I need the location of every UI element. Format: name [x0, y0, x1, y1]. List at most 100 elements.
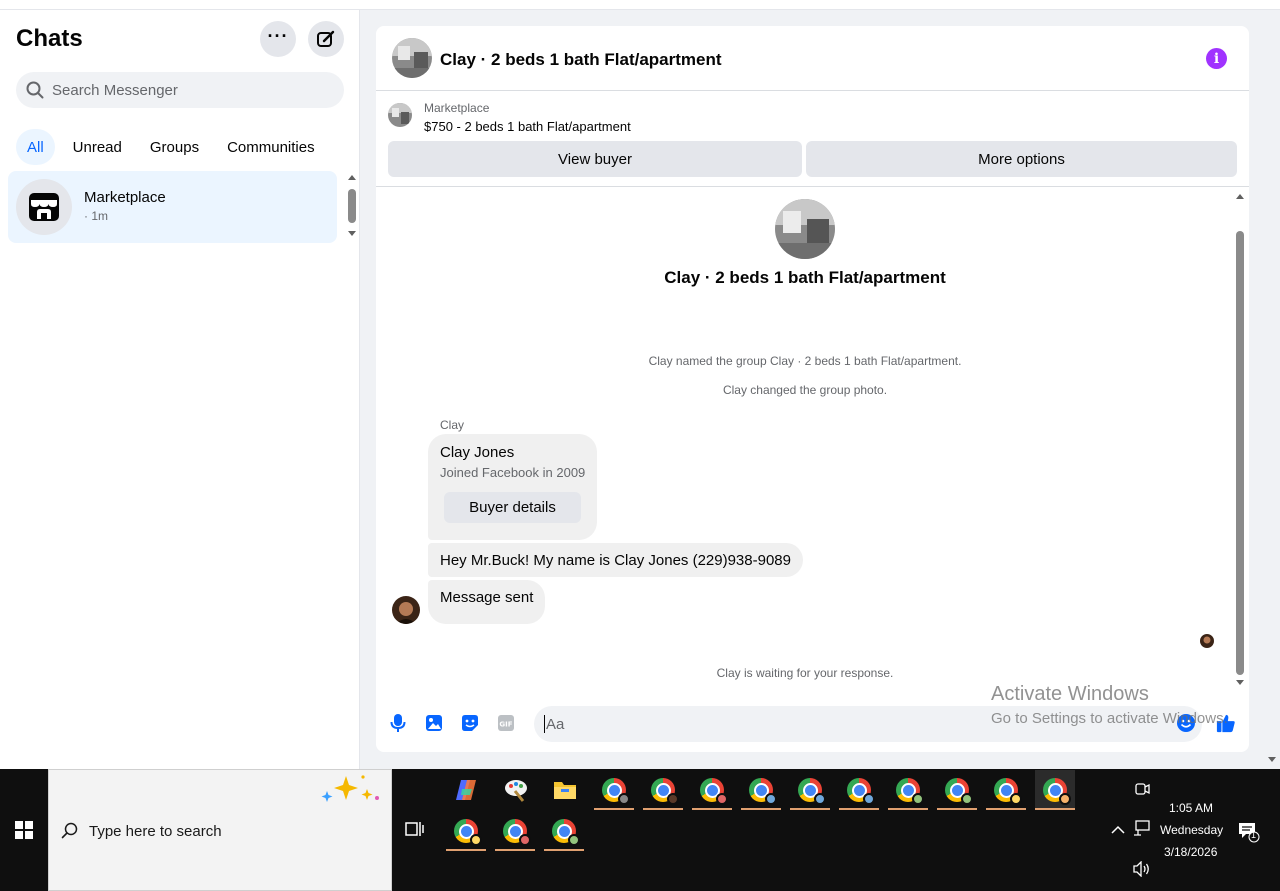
buyer-details-button[interactable]: Buyer details: [444, 492, 581, 523]
top-strip: [0, 0, 1280, 10]
buyer-joined: Joined Facebook in 2009: [440, 465, 586, 480]
text-caret: [544, 715, 545, 733]
taskbar-search-placeholder: Type here to search: [89, 823, 222, 840]
conversation-title: Clay · 2 beds 1 bath Flat/apartment: [664, 268, 946, 287]
listing-title[interactable]: $750 - 2 beds 1 bath Flat/apartment: [424, 119, 631, 134]
chats-sidebar: Chats ··· Search Messenger All Unread Gr…: [0, 10, 360, 769]
scroll-thumb[interactable]: [1236, 231, 1244, 675]
sender-name: Clay: [440, 418, 465, 432]
network-icon[interactable]: [1133, 820, 1151, 841]
search-input[interactable]: Search Messenger: [16, 72, 344, 108]
marketplace-listing-banner: Marketplace $750 - 2 beds 1 bath Flat/ap…: [376, 91, 1249, 187]
filter-all[interactable]: All: [16, 129, 55, 165]
chat-item-marketplace[interactable]: Marketplace · 1m: [8, 171, 337, 243]
chrome-window-icon[interactable]: [888, 770, 928, 810]
chrome-window-icon[interactable]: [937, 770, 977, 810]
chrome-window-icon[interactable]: [986, 770, 1026, 810]
image-icon[interactable]: [424, 713, 444, 733]
message-sent-bubble[interactable]: Message sent: [428, 580, 546, 624]
chrome-window-icon[interactable]: [594, 770, 634, 810]
sparkle-icon: [321, 775, 379, 802]
filter-groups[interactable]: Groups: [136, 129, 213, 165]
ellipsis-icon: ···: [267, 25, 289, 46]
message-bubble[interactable]: Hey Mr.Buck! My name is Clay Jones (229)…: [428, 543, 803, 577]
chrome-window-icon[interactable]: [544, 811, 584, 851]
scroll-up-arrow-icon[interactable]: [1236, 194, 1244, 199]
info-icon[interactable]: i: [1206, 48, 1227, 69]
system-message: Clay named the group Clay · 2 beds 1 bat…: [648, 354, 962, 368]
windows-logo-icon: [15, 821, 33, 839]
sticker-icon[interactable]: [460, 713, 480, 733]
apartment-photo-icon: [392, 38, 432, 78]
copilot-app-icon[interactable]: [446, 770, 486, 810]
more-options-button[interactable]: ···: [260, 21, 296, 57]
filter-communities[interactable]: Communities: [213, 129, 329, 165]
chat-header: Clay · 2 beds 1 bath Flat/apartment i: [376, 26, 1249, 91]
chat-header-title[interactable]: Clay · 2 beds 1 bath Flat/apartment: [440, 50, 722, 70]
search-placeholder: Search Messenger: [52, 81, 178, 99]
chat-filters: All Unread Groups Communities: [16, 129, 329, 165]
apartment-photo-icon: [775, 199, 835, 259]
message-input-placeholder: Aa: [546, 715, 565, 733]
start-button[interactable]: [0, 769, 48, 891]
watermark-line2: Go to Settings to activate Windows.: [991, 710, 1228, 727]
clock-date[interactable]: 3/18/2026: [1164, 845, 1217, 859]
listing-thumbnail: [388, 103, 412, 127]
page-scroll-down-icon[interactable]: [1268, 757, 1276, 762]
marketplace-avatar: [16, 179, 72, 235]
chrome-window-icon[interactable]: [741, 770, 781, 810]
svg-text:GIF: GIF: [499, 721, 512, 729]
scroll-down-arrow-icon[interactable]: [348, 231, 356, 236]
microphone-icon[interactable]: [388, 713, 408, 733]
buyer-card-bubble: Clay Jones Joined Facebook in 2009 Buyer…: [428, 434, 597, 540]
marketplace-store-icon: [29, 193, 59, 221]
view-buyer-button[interactable]: View buyer: [388, 141, 802, 177]
chat-item-name: Marketplace: [84, 189, 166, 206]
taskbar-search-box[interactable]: Type here to search: [48, 769, 392, 891]
chrome-window-icon[interactable]: [643, 770, 683, 810]
buyer-name: Clay Jones: [440, 444, 515, 461]
listing-label: Marketplace: [424, 101, 490, 115]
meet-now-icon[interactable]: [1134, 781, 1150, 802]
paint-app-icon[interactable]: [496, 770, 536, 810]
system-message: Clay changed the group photo.: [722, 383, 888, 397]
chrome-window-icon[interactable]: [692, 770, 732, 810]
chat-item-time: · 1m: [84, 209, 108, 223]
message-list: Clay · 2 beds 1 bath Flat/apartment Clay…: [376, 188, 1249, 690]
user-photo-icon: [1200, 634, 1214, 648]
new-message-button[interactable]: [308, 21, 344, 57]
sender-avatar[interactable]: [392, 596, 420, 624]
conversation-scrollbar[interactable]: [1234, 194, 1246, 690]
scroll-thumb[interactable]: [348, 189, 356, 223]
conversation-avatar: [775, 199, 835, 259]
more-options-listing-button[interactable]: More options: [806, 141, 1237, 177]
gif-icon[interactable]: GIF: [496, 713, 516, 733]
notifications-icon[interactable]: 1: [1238, 821, 1260, 848]
chrome-window-icon[interactable]: [790, 770, 830, 810]
clock-time[interactable]: 1:05 AM: [1169, 801, 1213, 815]
user-photo-icon: [392, 596, 420, 624]
scroll-down-arrow-icon[interactable]: [1236, 680, 1244, 685]
chrome-window-icon[interactable]: [495, 811, 535, 851]
filter-unread[interactable]: Unread: [59, 129, 136, 165]
watermark-line1: Activate Windows: [991, 683, 1149, 705]
file-explorer-icon[interactable]: [545, 770, 585, 810]
conversation-panel: Clay · 2 beds 1 bath Flat/apartment i Ma…: [376, 26, 1249, 752]
volume-icon[interactable]: [1133, 860, 1151, 882]
chrome-window-icon[interactable]: [446, 811, 486, 851]
group-avatar[interactable]: [392, 38, 432, 78]
search-icon: [26, 81, 44, 99]
search-icon: [61, 822, 78, 839]
notification-count: 1: [1251, 830, 1257, 840]
task-view-icon[interactable]: [404, 819, 426, 839]
activate-windows-watermark: Activate Windows Go to Settings to activ…: [991, 683, 1228, 727]
chrome-window-icon[interactable]: [839, 770, 879, 810]
scroll-up-arrow-icon[interactable]: [348, 175, 356, 180]
sidebar-scrollbar[interactable]: [347, 175, 357, 241]
read-receipt-avatar: [1200, 634, 1214, 648]
compose-icon: [317, 30, 335, 47]
chevron-up-icon[interactable]: [1111, 822, 1125, 840]
chrome-window-icon[interactable]: [1035, 770, 1075, 810]
clock-day[interactable]: Wednesday: [1160, 823, 1223, 837]
listing-photo-icon: [388, 103, 412, 127]
